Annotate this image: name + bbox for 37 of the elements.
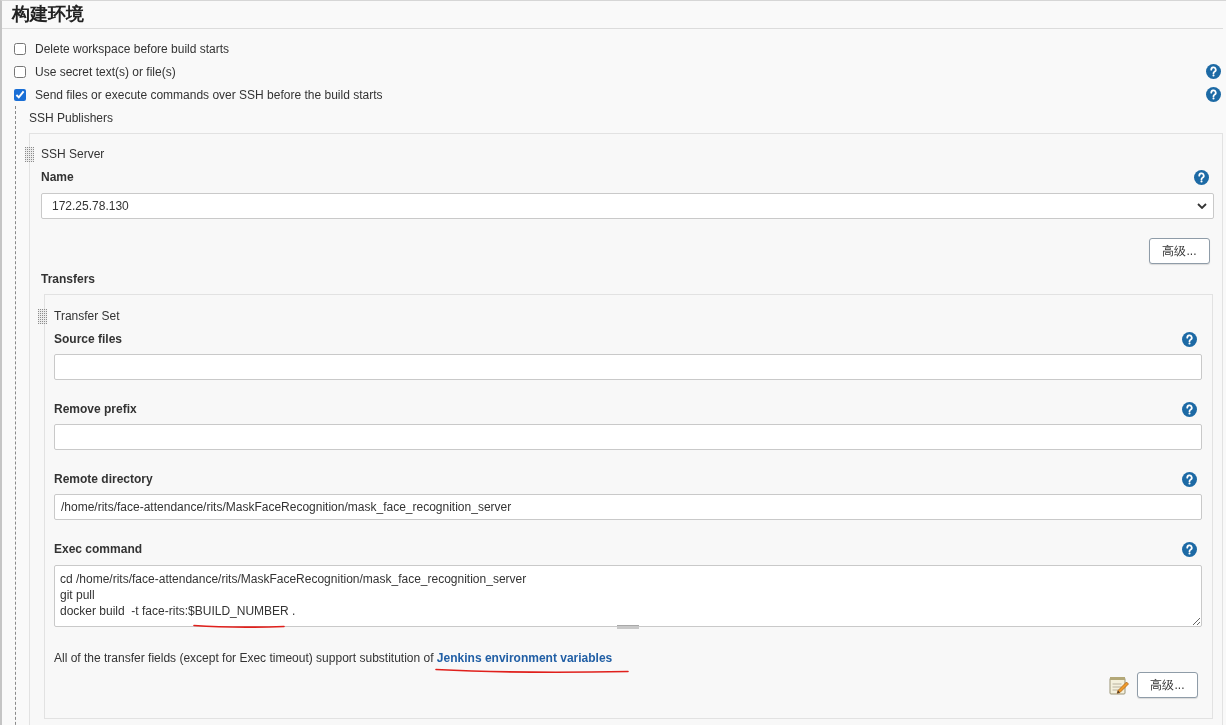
field-label: Remove prefix	[54, 401, 137, 417]
resize-handle[interactable]	[617, 625, 639, 629]
option-label: Send files or execute commands over SSH before the build starts	[35, 86, 384, 103]
option-label: Delete workspace before build starts	[35, 40, 231, 57]
help-icon[interactable]	[1182, 331, 1197, 347]
field-label: Name	[41, 169, 74, 185]
text-field[interactable]: /home/rits/face-attendance/rits/MaskFaceRecognition/mask_face_recognition_server	[54, 494, 1202, 520]
field-label: Transfers	[41, 271, 97, 287]
field-label: Source files	[54, 331, 123, 347]
panel-title: Transfer Set	[54, 308, 121, 325]
substitution-note: All of the transfer fields (except for Exec timeout) support substitution of Jenkins environment variables	[54, 650, 1202, 666]
command-field[interactable]: cd /home/rits/face-attendance/rits/MaskFaceRecognition/mask_face_recognition_server git pull docker build -t face-rits:$BUILD_NUMBER .	[54, 565, 1202, 627]
help-icon[interactable]	[1206, 64, 1221, 79]
section-title: 构建环境	[2, 1, 1223, 29]
server-select[interactable]: 172.25.78.130	[41, 193, 1214, 219]
panel-title: SSH Server	[41, 146, 106, 163]
text-field[interactable]	[54, 424, 1202, 450]
advanced-button[interactable]: 高级...	[1149, 238, 1210, 264]
option-label: Use secret text(s) or file(s)	[35, 63, 177, 80]
checkbox[interactable]	[14, 42, 26, 55]
checkbox[interactable]	[14, 65, 26, 78]
help-icon[interactable]	[1182, 471, 1197, 487]
text-field[interactable]	[54, 354, 1202, 380]
notepad-pencil-icon[interactable]	[1109, 675, 1129, 695]
environment-variables-link[interactable]: Jenkins environment variables	[436, 651, 613, 665]
checkbox[interactable]	[14, 88, 26, 101]
help-icon[interactable]	[1182, 541, 1197, 557]
drag-handle-icon[interactable]	[38, 309, 47, 324]
field-label: Exec command	[54, 541, 143, 557]
help-icon[interactable]	[1194, 169, 1209, 185]
help-icon[interactable]	[1182, 401, 1197, 417]
field-label: Remote directory	[54, 471, 153, 487]
advanced-button[interactable]: 高级...	[1137, 672, 1198, 698]
help-icon[interactable]	[1206, 87, 1221, 102]
drag-handle-icon[interactable]	[25, 147, 34, 162]
group-title: SSH Publishers	[28, 110, 115, 127]
chevron-down-icon	[1197, 203, 1207, 209]
